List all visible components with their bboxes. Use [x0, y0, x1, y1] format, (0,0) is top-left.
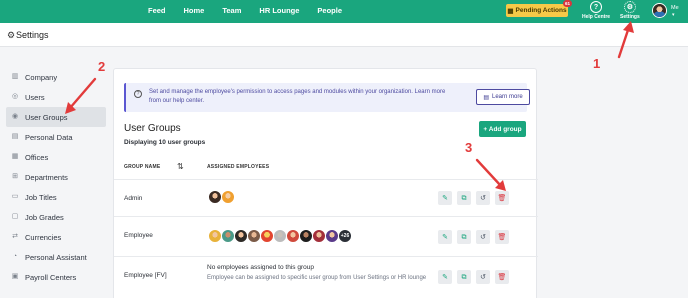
annotation-number-1: 1 [593, 56, 601, 71]
annotation-number-3: 3 [465, 140, 473, 155]
annotation-arrows [65, 21, 634, 191]
annotation-number-2: 2 [98, 59, 106, 74]
